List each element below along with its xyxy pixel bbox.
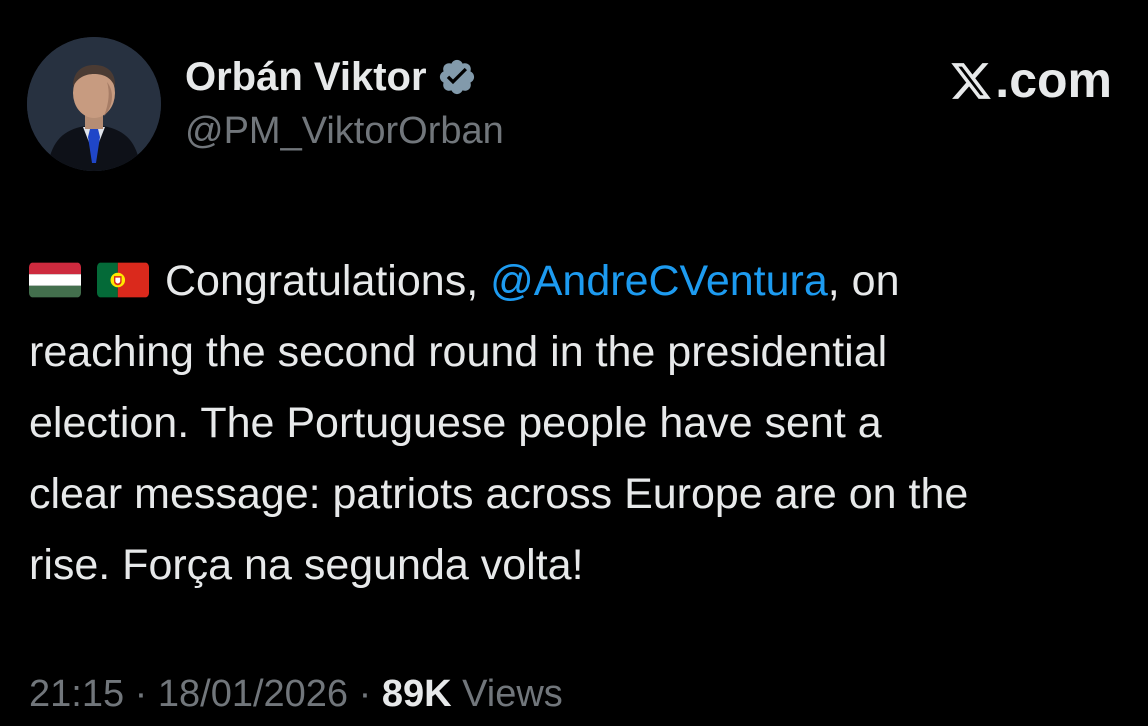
x-logo-icon	[949, 58, 993, 102]
mention-link[interactable]: @AndreCVentura	[490, 257, 828, 305]
tweet-meta: 21:15 · 18/01/2026 · 89K Views	[29, 668, 563, 720]
author-handle[interactable]: @PM_ViktorOrban	[185, 106, 504, 156]
tweet-time[interactable]: 21:15	[29, 673, 124, 715]
meta-separator: ·	[348, 673, 382, 715]
author-display-name[interactable]: Orbán Viktor	[185, 52, 427, 102]
profile-photo	[27, 37, 161, 171]
author-info: Orbán Viktor @PM_ViktorOrban	[185, 52, 504, 156]
brand-label: .com	[995, 52, 1112, 108]
tweet-line-5: rise. Força na segunda volta!	[29, 541, 584, 589]
tweet-text-intro: Congratulations,	[165, 257, 491, 305]
site-brand: .com	[949, 52, 1112, 108]
portugal-flag-icon	[97, 262, 149, 298]
tweet-line-2: reaching the second round in the preside…	[29, 328, 888, 376]
tweet-text-line1-end: , on	[827, 257, 900, 305]
verified-badge-icon[interactable]	[437, 57, 477, 97]
meta-separator: ·	[124, 673, 158, 715]
tweet-line-1: Congratulations, @AndreCVentura, on	[29, 246, 1139, 317]
tweet-line-4: clear message: patriots across Europe ar…	[29, 470, 969, 518]
tweet-line-3: election. The Portuguese people have sen…	[29, 399, 882, 447]
author-name-row: Orbán Viktor	[185, 52, 504, 102]
views-label[interactable]: Views	[452, 673, 563, 715]
hungary-flag-icon	[29, 262, 81, 298]
tweet-text: Congratulations, @AndreCVentura, on reac…	[29, 246, 1139, 601]
tweet-card: Orbán Viktor @PM_ViktorOrban .com Congra…	[0, 0, 1148, 726]
author-avatar[interactable]	[27, 37, 161, 171]
views-count[interactable]: 89K	[382, 673, 452, 715]
tweet-date[interactable]: 18/01/2026	[158, 673, 348, 715]
